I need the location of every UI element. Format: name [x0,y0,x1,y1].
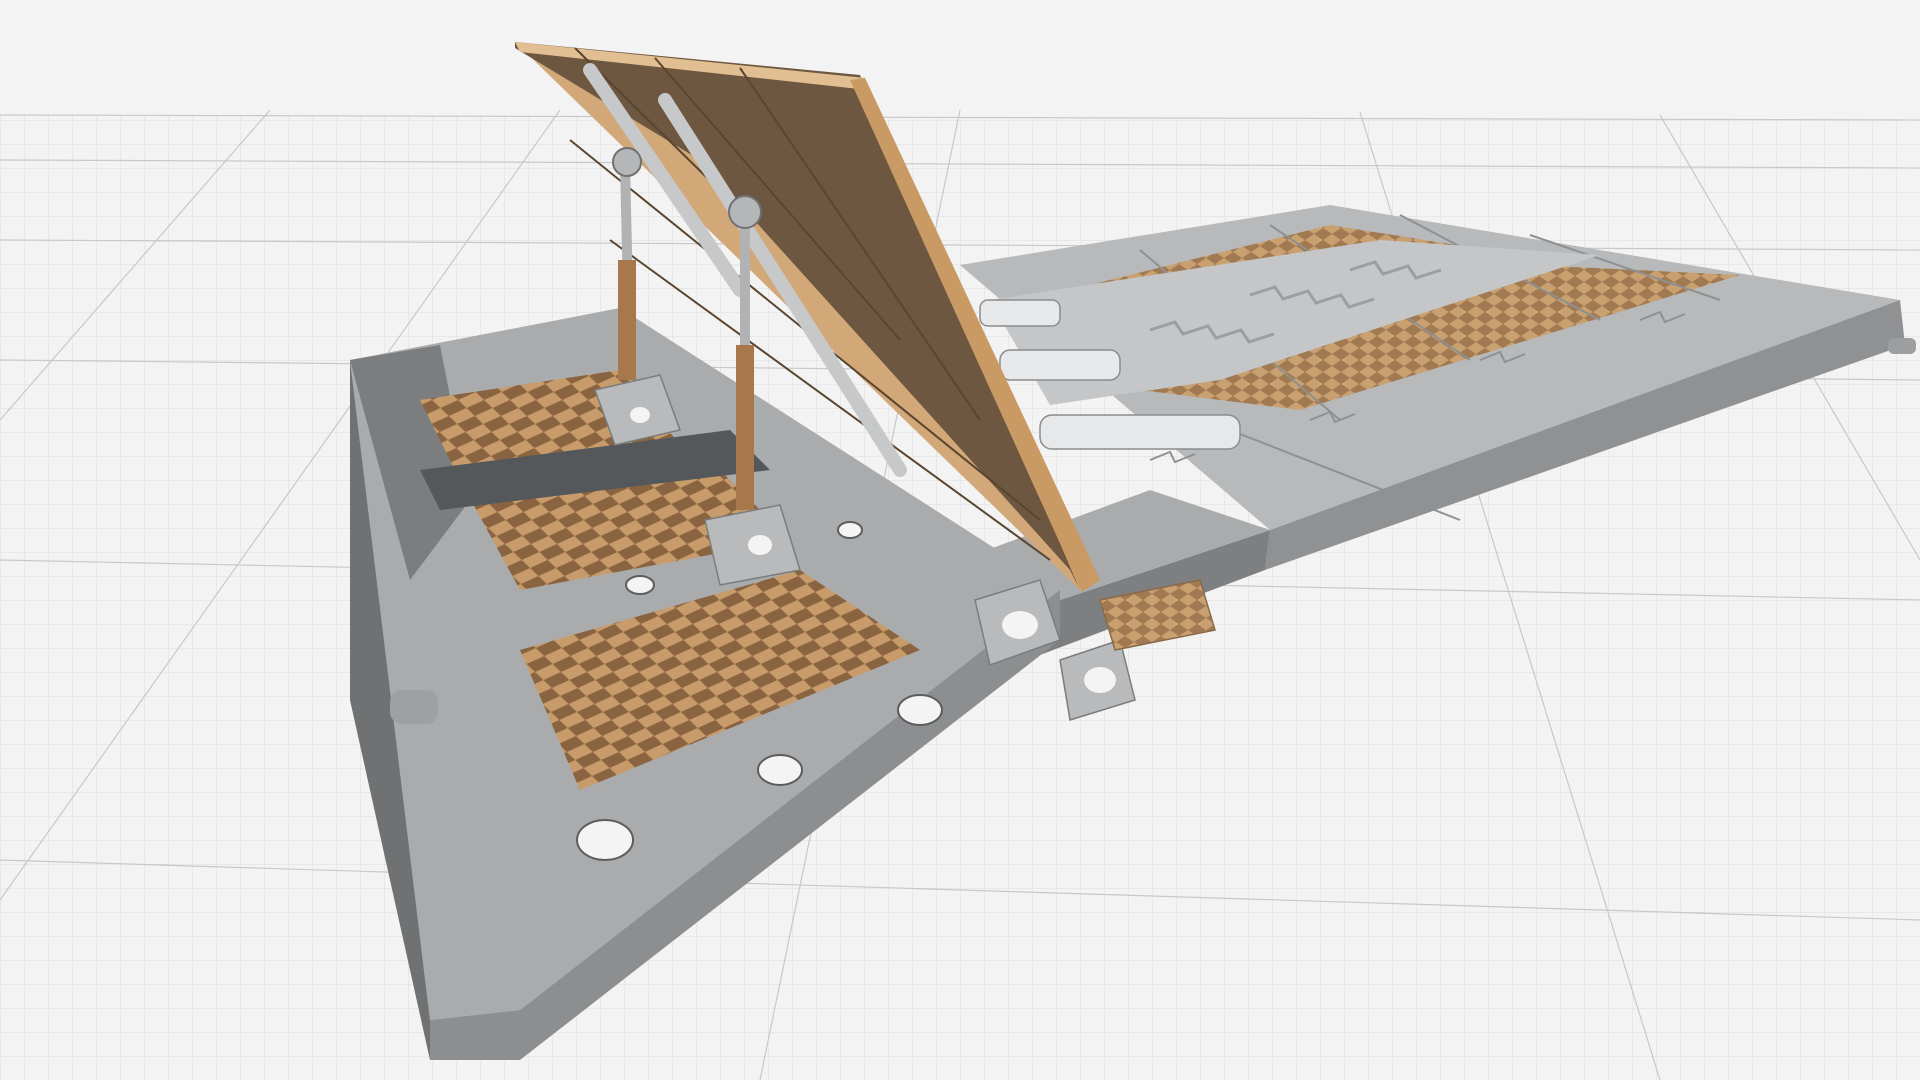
end-pin [1888,338,1916,354]
mount-hole [576,819,634,861]
mount-hole [897,694,943,726]
side-pin [390,690,438,724]
mount-hole [625,575,655,595]
mount-hole [757,754,803,786]
mount-hole [837,521,863,539]
3d-viewport[interactable] [0,0,1920,1080]
3d-scene-canvas[interactable] [0,0,1920,1080]
